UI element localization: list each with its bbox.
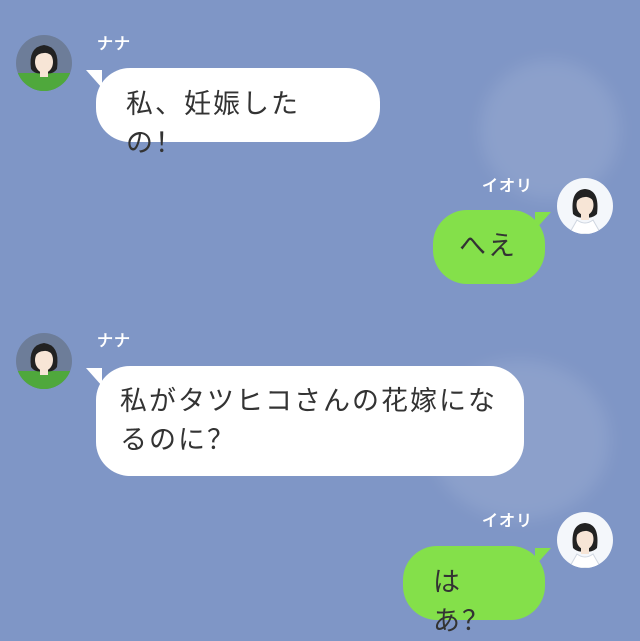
avatar-nana[interactable]: [16, 35, 72, 91]
message-text-line: るのに？: [120, 425, 236, 456]
sender-name: ナナ: [97, 331, 132, 350]
message-text: へえ: [459, 231, 517, 262]
woman-avatar-icon: [16, 45, 72, 91]
message-bubble[interactable]: はあ？: [403, 546, 545, 637]
avatar-iori[interactable]: [557, 512, 613, 568]
message-text: 私、妊娠したの！: [126, 89, 300, 159]
avatar-iori[interactable]: [557, 178, 613, 234]
woman-avatar-icon: [568, 189, 602, 234]
woman-avatar-icon: [568, 523, 602, 568]
sender-name: イオリ: [482, 511, 534, 530]
message-text-line: 私がタツヒコさんの花嫁にな: [120, 386, 497, 417]
sender-name: ナナ: [97, 34, 132, 53]
message-bubble[interactable]: 私がタツヒコさんの花嫁にな るのに？: [96, 366, 524, 476]
message-text: はあ？: [433, 567, 491, 637]
avatar-nana[interactable]: [16, 333, 72, 389]
woman-avatar-icon: [16, 343, 72, 389]
sender-name: イオリ: [482, 176, 534, 195]
message-bubble[interactable]: 私、妊娠したの！: [96, 68, 380, 159]
message-bubble[interactable]: へえ: [433, 210, 545, 284]
